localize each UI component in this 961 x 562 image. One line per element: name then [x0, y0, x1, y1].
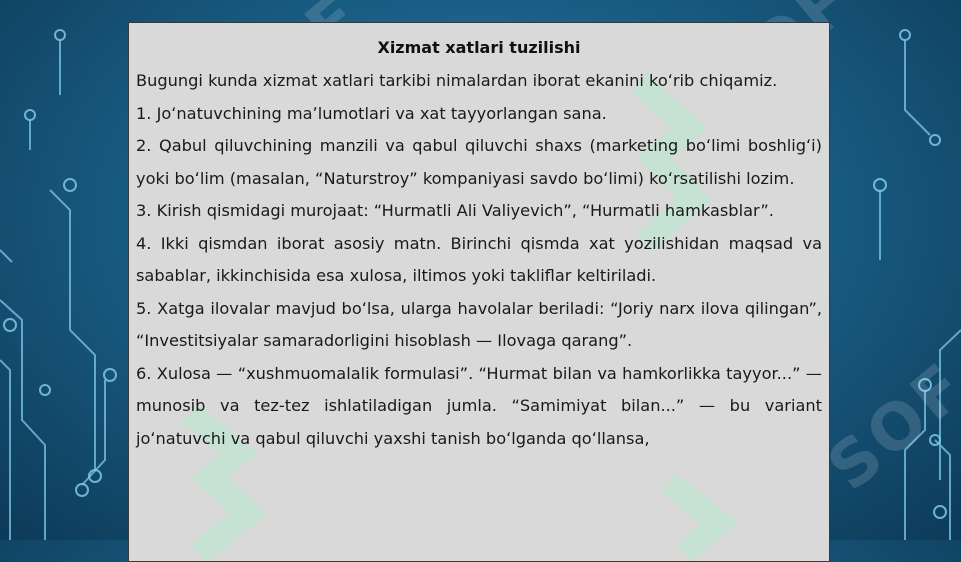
list-item-1: 1. Joʻnatuvchining maʼlumotlari va xat t… [136, 103, 607, 123]
list-item-4: 4. Ikki qismdan iborat asosiy matn. Biri… [136, 233, 822, 286]
watermark-logo-icon [661, 473, 738, 561]
content-panel: Xizmat xatlari tuzilishi Bugungi kunda x… [128, 22, 830, 562]
list-item-2: 2. Qabul qiluvchining manzili va qabul q… [136, 136, 822, 188]
list-item-3: 3. Kirish qismidagi murojaat: “Hurmatli … [136, 201, 774, 220]
intro-paragraph: Bugungi kunda xizmat xatlari tarkibi nim… [136, 71, 778, 90]
list-item-5: 5. Xatga ilovalar mavjud boʻlsa, ularga … [136, 298, 822, 351]
list-item-6: 6. Xulosa — “xushmuomalalik formulasi”. … [136, 363, 822, 448]
document-title: Xizmat xatlari tuzilishi [377, 38, 581, 57]
